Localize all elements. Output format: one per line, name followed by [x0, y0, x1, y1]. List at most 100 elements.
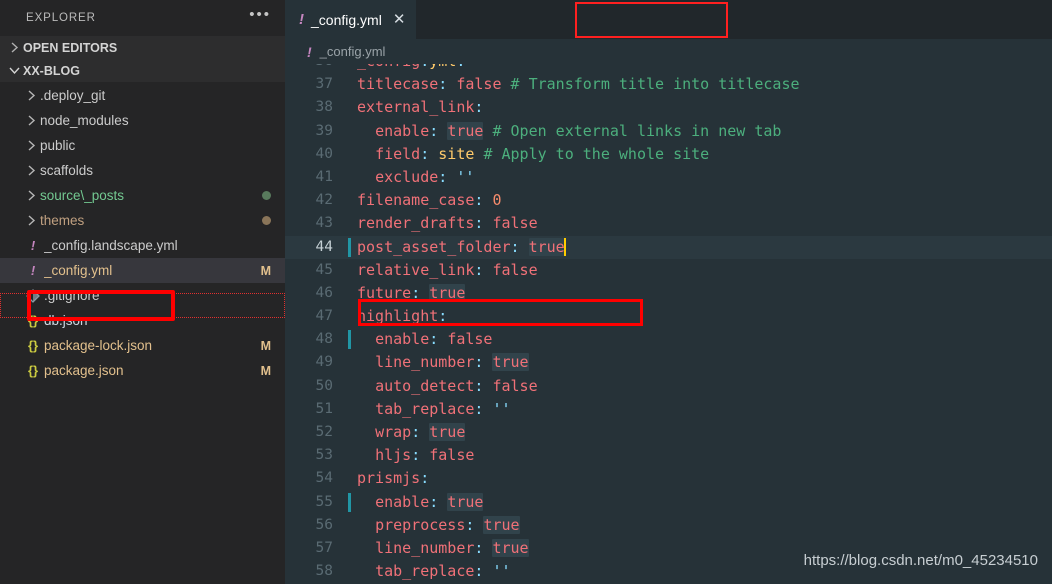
sidebar-item-themes[interactable]: themes	[0, 208, 285, 233]
sidebar-section-workspace[interactable]: XX-BLOG	[0, 59, 285, 82]
line-number: 36	[285, 64, 347, 73]
code-text: tab_replace: ''	[347, 398, 511, 421]
code-text: enable: false	[347, 328, 492, 351]
code-line-partial: 36_config.yml:	[285, 64, 1052, 73]
tab-config-yml[interactable]: ! _config.yml ✕	[285, 0, 416, 39]
text-cursor	[564, 238, 566, 256]
code-line-47[interactable]: 47highlight:	[285, 305, 1052, 328]
line-number: 56	[285, 514, 347, 537]
status-dot	[262, 191, 271, 200]
code-editor[interactable]: 36_config.yml:37titlecase: false # Trans…	[285, 64, 1052, 584]
sidebar-section-label: XX-BLOG	[23, 64, 80, 78]
line-number: 53	[285, 444, 347, 467]
code-text: line_number: true	[347, 351, 529, 374]
code-line-49[interactable]: 49 line_number: true	[285, 351, 1052, 374]
gutter-modified-marker	[348, 238, 351, 257]
code-line-42[interactable]: 42filename_case: 0	[285, 189, 1052, 212]
code-line-45[interactable]: 45relative_link: false	[285, 259, 1052, 282]
line-number: 37	[285, 73, 347, 96]
sidebar-item-scaffolds[interactable]: scaffolds	[0, 158, 285, 183]
code-text: future: true	[347, 282, 465, 305]
line-number: 45	[285, 259, 347, 282]
code-line-54[interactable]: 54prismjs:	[285, 467, 1052, 490]
json-icon: {}	[22, 338, 44, 353]
git-icon	[22, 289, 44, 303]
chevron-right-icon	[6, 42, 23, 53]
sidebar-item-package-json[interactable]: {}package.jsonM	[0, 358, 285, 383]
close-icon[interactable]: ✕	[393, 12, 406, 27]
chevron-right-icon[interactable]	[22, 190, 40, 201]
code-text: render_drafts: false	[347, 212, 538, 235]
line-number: 40	[285, 143, 347, 166]
breadcrumb[interactable]: ! _config.yml	[285, 39, 1052, 64]
sidebar-item--config-landscape-yml[interactable]: !_config.landscape.yml	[0, 233, 285, 258]
sidebar-item-public[interactable]: public	[0, 133, 285, 158]
code-line-51[interactable]: 51 tab_replace: ''	[285, 398, 1052, 421]
code-line-40[interactable]: 40 field: site # Apply to the whole site	[285, 143, 1052, 166]
sidebar-item--config-yml[interactable]: !_config.ymlM	[0, 258, 285, 283]
line-number: 38	[285, 96, 347, 119]
line-number: 57	[285, 537, 347, 560]
editor-area: ! _config.yml ✕ ! _config.yml 36_config.ym…	[285, 0, 1052, 584]
sidebar-item-label: package-lock.json	[44, 338, 255, 353]
chevron-down-icon	[6, 66, 23, 75]
line-number: 49	[285, 351, 347, 374]
code-text: wrap: true	[347, 421, 465, 444]
sidebar-item-db-json[interactable]: {}db.json	[0, 308, 285, 333]
status-dot	[262, 216, 271, 225]
code-line-44[interactable]: 44post_asset_folder: true	[285, 236, 1052, 259]
code-text: enable: true # Open external links in ne…	[347, 120, 781, 143]
tab-label: _config.yml	[311, 12, 382, 28]
yaml-icon: !	[22, 238, 44, 253]
json-icon: {}	[22, 363, 44, 378]
code-line-39[interactable]: 39 enable: true # Open external links in…	[285, 120, 1052, 143]
watermark-url: https://blog.csdn.net/m0_45234510	[804, 549, 1038, 572]
sidebar-item-label: source\_posts	[40, 188, 256, 203]
yaml-file-icon: !	[299, 11, 304, 28]
ellipsis-icon[interactable]: •••	[249, 10, 271, 26]
code-line-37[interactable]: 37titlecase: false # Transform title int…	[285, 73, 1052, 96]
sidebar-item--gitignore[interactable]: .gitignore	[0, 283, 285, 308]
line-number: 54	[285, 467, 347, 490]
code-line-55[interactable]: 55 enable: true	[285, 491, 1052, 514]
json-icon: {}	[22, 313, 44, 328]
code-text: post_asset_folder: true	[347, 236, 566, 259]
sidebar-item-source-posts[interactable]: source\_posts	[0, 183, 285, 208]
sidebar-item-package-lock-json[interactable]: {}package-lock.jsonM	[0, 333, 285, 358]
sidebar-section-label: OPEN EDITORS	[23, 41, 117, 55]
code-line-46[interactable]: 46future: true	[285, 282, 1052, 305]
sidebar-section-open-editors[interactable]: OPEN EDITORS	[0, 36, 285, 59]
code-line-41[interactable]: 41 exclude: ''	[285, 166, 1052, 189]
chevron-right-icon[interactable]	[22, 90, 40, 101]
code-line-43[interactable]: 43render_drafts: false	[285, 212, 1052, 235]
chevron-right-icon[interactable]	[22, 215, 40, 226]
code-line-38[interactable]: 38external_link:	[285, 96, 1052, 119]
explorer-sidebar: EXPLORER ••• OPEN EDITORS XX-BLOG .deplo…	[0, 0, 285, 584]
line-number: 47	[285, 305, 347, 328]
sidebar-item-label: public	[40, 138, 271, 153]
code-line-50[interactable]: 50 auto_detect: false	[285, 375, 1052, 398]
code-text: filename_case: 0	[347, 189, 502, 212]
sidebar-item--deploy-git[interactable]: .deploy_git	[0, 83, 285, 108]
code-text: enable: true	[347, 491, 483, 514]
code-line-48[interactable]: 48 enable: false	[285, 328, 1052, 351]
yaml-file-icon: !	[307, 44, 312, 60]
chevron-right-icon[interactable]	[22, 165, 40, 176]
code-line-52[interactable]: 52 wrap: true	[285, 421, 1052, 444]
gutter-modified-marker	[348, 493, 351, 512]
sidebar-item-label: db.json	[44, 313, 271, 328]
line-number: 41	[285, 166, 347, 189]
sidebar-item-label: node_modules	[40, 113, 271, 128]
code-text: external_link:	[347, 96, 483, 119]
chevron-right-icon[interactable]	[22, 115, 40, 126]
chevron-right-icon[interactable]	[22, 140, 40, 151]
line-number: 44	[285, 236, 347, 259]
code-text: prismjs:	[347, 467, 429, 490]
sidebar-item-node-modules[interactable]: node_modules	[0, 108, 285, 133]
code-line-56[interactable]: 56 preprocess: true	[285, 514, 1052, 537]
line-number: 51	[285, 398, 347, 421]
sidebar-item-label: themes	[40, 213, 256, 228]
line-number: 58	[285, 560, 347, 583]
code-line-53[interactable]: 53 hljs: false	[285, 444, 1052, 467]
status-badge: M	[261, 364, 271, 378]
